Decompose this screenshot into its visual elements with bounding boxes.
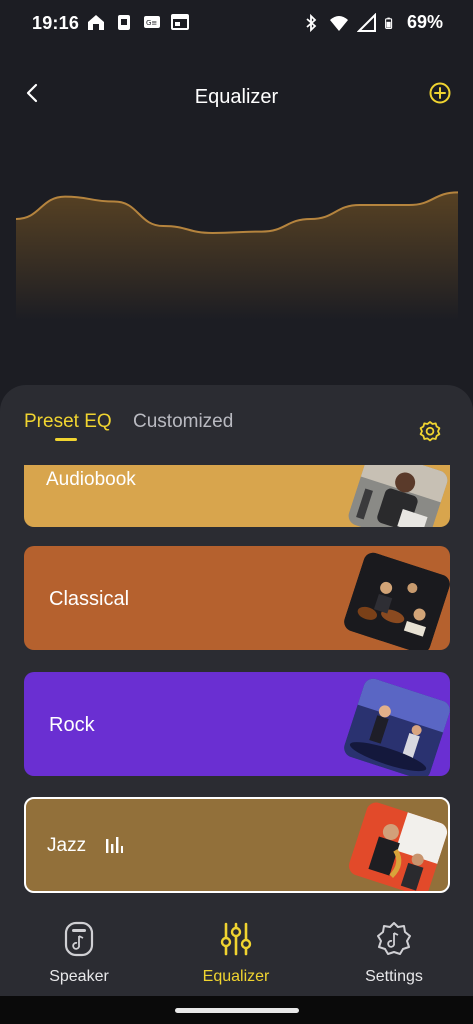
equalizer-bars-icon	[106, 837, 123, 853]
eq-settings-button[interactable]	[417, 419, 443, 445]
nav-settings[interactable]: Settings	[329, 908, 459, 996]
preset-card-jazz[interactable]: Jazz	[24, 797, 450, 893]
eq-curve-graph	[16, 191, 458, 320]
battery-icon	[385, 17, 393, 29]
gallery-icon: G≡	[144, 16, 160, 28]
eq-curve-fill	[16, 192, 458, 320]
sim-icon	[118, 15, 130, 30]
preset-label-classical: Classical	[49, 588, 130, 610]
bluetooth-icon	[306, 13, 317, 32]
preset-image-jazz	[346, 799, 448, 891]
wifi-icon	[329, 15, 348, 31]
battery-percentage: 69%	[406, 12, 443, 32]
speaker-icon	[64, 921, 94, 957]
nav-equalizer[interactable]: Equalizer	[171, 908, 301, 996]
settings-music-icon	[377, 922, 411, 955]
preset-label-audiobook: Audiobook	[46, 469, 136, 490]
preset-image-audiobook	[346, 465, 450, 527]
status-time: 19:16	[32, 13, 80, 33]
nav-label-settings: Settings	[365, 968, 423, 985]
signal-icon	[356, 12, 376, 32]
svg-text:G≡: G≡	[146, 19, 157, 27]
sliders-icon	[220, 922, 252, 956]
preset-image-rock	[341, 676, 450, 776]
nav-label-speaker: Speaker	[49, 968, 109, 985]
preset-image-classical	[341, 550, 450, 650]
nav-speaker[interactable]: Speaker	[14, 908, 144, 996]
calendar-icon	[171, 14, 189, 30]
header: Equalizer	[0, 72, 473, 124]
preset-panel: Preset EQ Customized Audiobook Classical	[0, 385, 473, 985]
preset-card-classical[interactable]: Classical	[24, 546, 450, 650]
preset-label-rock: Rock	[49, 714, 95, 736]
plus-circle-icon	[429, 82, 451, 104]
page-title: Equalizer	[194, 86, 279, 108]
bottom-nav: Speaker Equalizer Settings	[0, 908, 473, 996]
gear-icon	[419, 421, 441, 442]
nav-label-equalizer: Equalizer	[202, 968, 270, 985]
add-preset-button[interactable]	[425, 78, 455, 108]
active-tab-indicator	[55, 438, 77, 441]
tab-preset-eq[interactable]: Preset EQ	[24, 411, 112, 433]
preset-card-audiobook[interactable]: Audiobook	[24, 465, 450, 527]
preset-card-rock[interactable]: Rock	[24, 672, 450, 776]
preset-label-jazz: Jazz	[47, 835, 87, 856]
status-bar: 19:16 G≡ 69%	[0, 0, 473, 48]
tab-customized[interactable]: Customized	[133, 411, 233, 433]
home-icon	[88, 15, 104, 30]
home-indicator[interactable]	[175, 1008, 299, 1013]
